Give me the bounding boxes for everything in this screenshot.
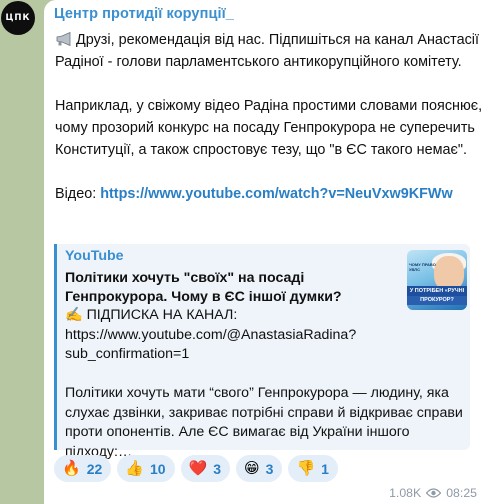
preview-title: Політики хочуть "своїх" на посаді Генпро… — [65, 270, 342, 305]
fire-icon: 🔥 — [62, 459, 81, 477]
heart-icon: ❤️ — [188, 459, 208, 477]
channel-name[interactable]: Центр протидії корупції_ — [54, 6, 234, 22]
message-bubble: Центр протидії корупції_ Друзі, рекоменд… — [44, 0, 488, 504]
link-preview[interactable]: YouTube Політики хочуть "своїх" на посад… — [54, 244, 470, 460]
reaction-fire[interactable]: 🔥 22 — [54, 455, 112, 482]
video-link[interactable]: https://www.youtube.com/watch?v=NeuVxw9K… — [100, 186, 452, 202]
thumbnail-band-1: У ПОТРІБЕН «РУЧНІ — [407, 286, 467, 296]
eye-icon — [426, 488, 442, 498]
reaction-count: 10 — [149, 460, 166, 477]
reaction-count: 3 — [265, 460, 274, 477]
post-paragraph-2: Наприклад, у свіжому відео Радіна прости… — [55, 98, 483, 158]
reactions-bar: 🔥 22 👍 10 ❤️ 3 😁 3 👎 1 — [54, 455, 338, 482]
video-label: Відео: — [55, 186, 101, 202]
thumbnail-band-2: ПРОКУРОР? — [407, 296, 467, 305]
post-text: Друзі, рекомендація від нас. Підпишіться… — [55, 29, 487, 205]
grin-icon: 😁 — [244, 459, 260, 477]
view-count: 1.08K — [389, 486, 422, 500]
reaction-grin[interactable]: 😁 3 — [236, 455, 283, 482]
thumbs-up-icon: 👍 — [125, 459, 144, 477]
channel-avatar[interactable]: ЦПК — [1, 1, 35, 35]
reaction-thumbs-down[interactable]: 👎 1 — [288, 455, 338, 482]
message-time: 08:25 — [446, 486, 477, 500]
message-meta: 1.08K 08:25 — [389, 486, 477, 500]
reaction-heart[interactable]: ❤️ 3 — [180, 455, 231, 482]
post-paragraph-1: Друзі, рекомендація від нас. Підпишіться… — [55, 29, 487, 73]
reaction-thumbs-up[interactable]: 👍 10 — [117, 455, 175, 482]
reaction-count: 3 — [213, 460, 222, 477]
reaction-count: 22 — [86, 460, 103, 477]
preview-thumbnail[interactable]: ЧОМУ ПРАВО УВЛС У ПОТРІБЕН «РУЧНІ ПРОКУР… — [407, 250, 467, 310]
preview-description: ✍️ ПІДПИСКА НА КАНАЛ: https://www.youtub… — [65, 307, 463, 460]
reaction-count: 1 — [321, 460, 329, 477]
post-line-1: Друзі, рекомендація від нас. Підпишіться… — [55, 32, 479, 70]
preview-site-name: YouTube — [65, 248, 124, 264]
thumbs-down-icon: 👎 — [296, 459, 316, 477]
video-line: Відео: https://www.youtube.com/watch?v=N… — [55, 183, 487, 205]
thumbnail-top-text: ЧОМУ ПРАВО УВЛС — [409, 262, 436, 272]
megaphone-icon — [56, 32, 71, 46]
